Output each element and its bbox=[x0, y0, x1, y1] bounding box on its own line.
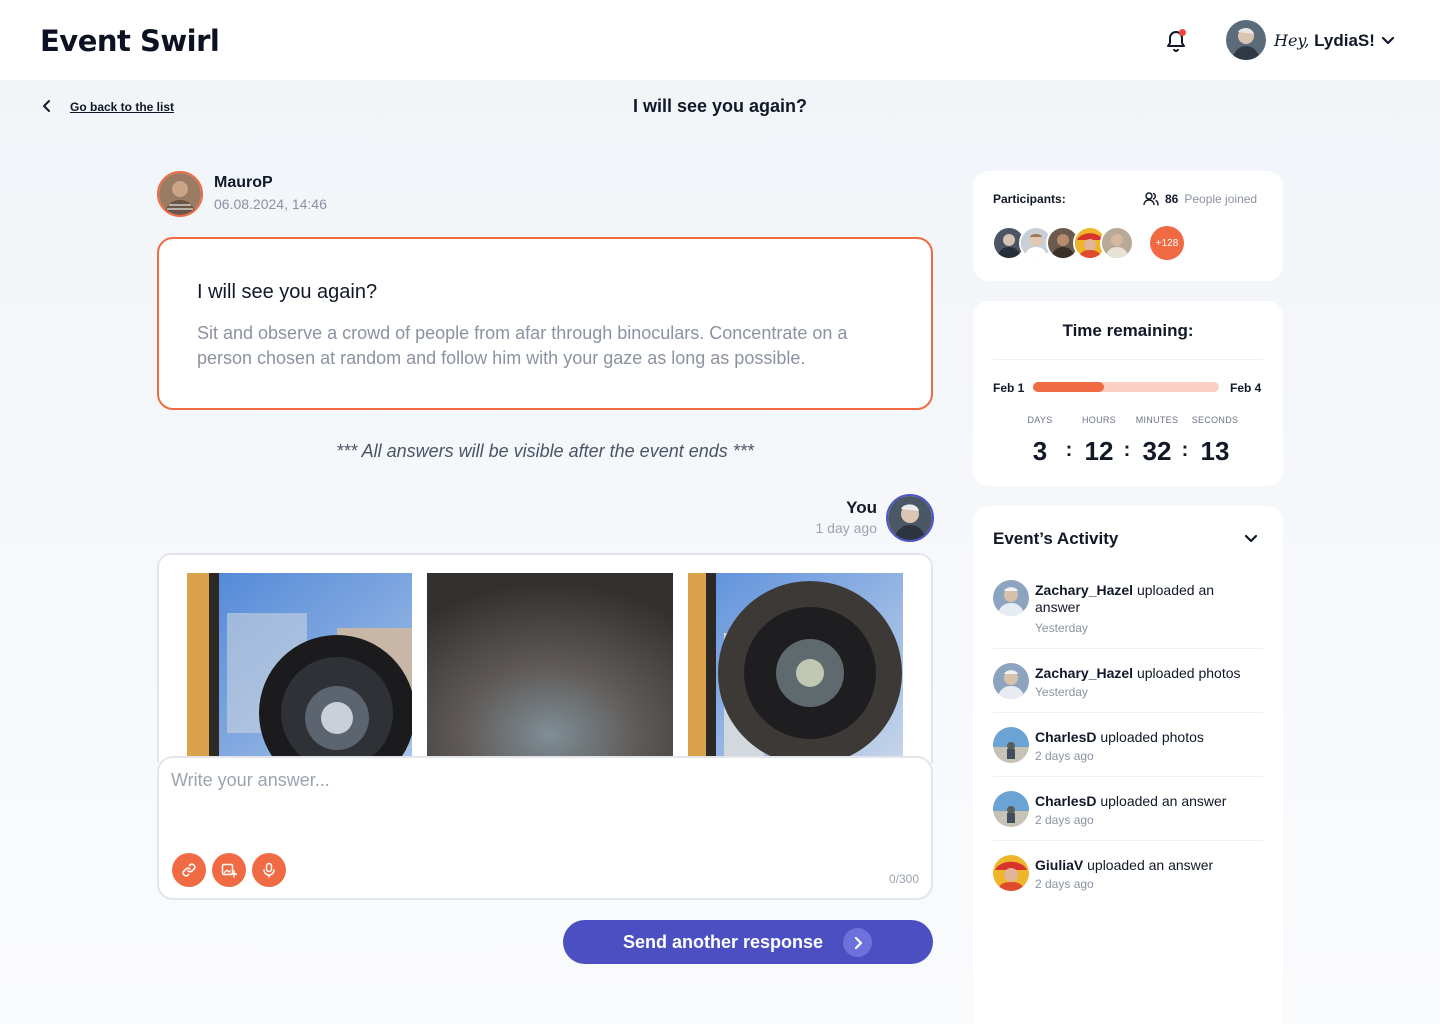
activity-user[interactable]: CharlesD bbox=[1035, 793, 1096, 809]
divider bbox=[993, 359, 1263, 360]
activity-avatar bbox=[993, 855, 1029, 891]
top-header: Event Swirl Hey, LydiaS! bbox=[0, 0, 1440, 80]
logo[interactable]: Event Swirl bbox=[40, 24, 220, 58]
divider bbox=[993, 648, 1263, 649]
chevron-down-icon[interactable] bbox=[1380, 33, 1396, 49]
timer-progress-track bbox=[1033, 382, 1219, 392]
minutes-label: MINUTES bbox=[1135, 415, 1179, 425]
activity-action: uploaded an answer bbox=[1087, 857, 1214, 873]
author-name[interactable]: MauroP bbox=[214, 174, 273, 192]
activity-avatar bbox=[993, 791, 1029, 827]
time-remaining-title: Time remaining: bbox=[1062, 321, 1194, 340]
divider bbox=[993, 776, 1263, 777]
participant-avatar[interactable] bbox=[1100, 226, 1134, 260]
user-avatar[interactable] bbox=[1226, 20, 1266, 60]
seconds-value: 13 bbox=[1200, 436, 1230, 466]
activity-text: Zachary_Hazel uploaded photos bbox=[1035, 665, 1263, 682]
notification-dot bbox=[1179, 29, 1186, 36]
divider bbox=[993, 840, 1263, 841]
back-to-list-link[interactable]: Go back to the list bbox=[70, 100, 174, 114]
activity-user[interactable]: CharlesD bbox=[1035, 729, 1096, 745]
people-joined: 86 People joined bbox=[1143, 192, 1257, 206]
activity-user[interactable]: Zachary_Hazel bbox=[1035, 665, 1133, 681]
response-time: 1 day ago bbox=[815, 520, 878, 536]
challenge-card: I will see you again? Sit and observe a … bbox=[157, 237, 933, 410]
activity-time: 2 days ago bbox=[1035, 749, 1094, 763]
answer-input[interactable] bbox=[171, 770, 911, 840]
activity-action: uploaded an answer bbox=[1100, 793, 1227, 809]
chevron-right-icon bbox=[843, 928, 872, 957]
activity-time: 2 days ago bbox=[1035, 813, 1094, 827]
page-title: I will see you again? bbox=[632, 96, 808, 116]
people-joined-label: People joined bbox=[1184, 192, 1258, 206]
uploaded-photo[interactable] bbox=[688, 573, 903, 763]
uploaded-photo[interactable] bbox=[427, 573, 673, 763]
more-participants-badge[interactable]: +128 bbox=[1150, 226, 1184, 260]
microphone-icon bbox=[263, 862, 275, 878]
participants-count: 86 bbox=[1165, 192, 1179, 206]
time-remaining-card: Time remaining: Feb 1 Feb 4 DAYS HOURS M… bbox=[973, 301, 1283, 486]
activity-action: uploaded photos bbox=[1136, 665, 1241, 681]
timer-progress-fill bbox=[1033, 382, 1104, 392]
greeting: Hey, LydiaS! bbox=[1274, 31, 1375, 51]
username: LydiaS! bbox=[1314, 31, 1375, 50]
response-author: You bbox=[846, 498, 877, 517]
minutes-value: 32 bbox=[1142, 436, 1172, 466]
hours-label: HOURS bbox=[1081, 415, 1116, 425]
participants-card: Participants: 86 People joined +128 bbox=[973, 171, 1283, 281]
activity-text: CharlesD uploaded photos bbox=[1035, 729, 1263, 746]
challenge-title: I will see you again? bbox=[197, 281, 378, 303]
timer-start-date: Feb 1 bbox=[993, 381, 1025, 395]
timer-end-date: Feb 4 bbox=[1230, 381, 1262, 395]
send-response-button[interactable]: Send another response bbox=[563, 920, 933, 964]
activity-action: uploaded photos bbox=[1100, 729, 1204, 745]
seconds-label: SECONDS bbox=[1191, 415, 1239, 425]
activity-time: Yesterday bbox=[1035, 685, 1088, 699]
post-date: 06.08.2024, 14:46 bbox=[214, 196, 327, 212]
uploaded-photo[interactable] bbox=[187, 573, 412, 763]
participants-label: Participants: bbox=[993, 192, 1066, 206]
event-activity-title: Event’s Activity bbox=[993, 529, 1119, 548]
activity-avatar bbox=[993, 663, 1029, 699]
challenge-description: Sit and observe a crowd of people from a… bbox=[197, 323, 848, 368]
add-image-button[interactable] bbox=[212, 853, 246, 887]
divider bbox=[993, 712, 1263, 713]
event-activity-card: Event’s Activity Zachary_Hazel uploaded … bbox=[973, 506, 1283, 1024]
uploaded-photos bbox=[157, 553, 933, 763]
greeting-prefix: Hey, bbox=[1274, 31, 1310, 50]
activity-user[interactable]: GiuliaV bbox=[1035, 857, 1083, 873]
users-icon bbox=[1143, 192, 1159, 206]
days-value: 3 bbox=[1032, 436, 1048, 466]
activity-text: GiuliaV uploaded an answer bbox=[1035, 857, 1263, 874]
hours-value: 12 bbox=[1084, 436, 1114, 466]
activity-text: CharlesD uploaded an answer bbox=[1035, 793, 1263, 810]
chevron-down-icon[interactable] bbox=[1243, 531, 1259, 547]
author-avatar[interactable] bbox=[157, 171, 203, 217]
chevron-left-icon[interactable] bbox=[40, 99, 54, 113]
activity-avatar bbox=[993, 727, 1029, 763]
activity-time: Yesterday bbox=[1035, 621, 1088, 635]
days-label: DAYS bbox=[1027, 415, 1053, 425]
activity-avatar bbox=[993, 580, 1029, 616]
activity-time: 2 days ago bbox=[1035, 877, 1094, 891]
answer-composer: 0/300 bbox=[157, 756, 933, 900]
attach-link-button[interactable] bbox=[172, 853, 206, 887]
link-icon bbox=[182, 863, 196, 877]
record-audio-button[interactable] bbox=[252, 853, 286, 887]
send-response-label: Send another response bbox=[623, 932, 824, 952]
character-counter: 0/300 bbox=[888, 872, 919, 886]
response-avatar[interactable] bbox=[886, 494, 934, 542]
activity-user[interactable]: Zachary_Hazel bbox=[1035, 582, 1133, 598]
activity-text: Zachary_Hazel uploaded an answer bbox=[1035, 582, 1263, 616]
image-add-icon bbox=[221, 863, 237, 878]
answers-visibility-notice: *** All answers will be visible after th… bbox=[336, 441, 754, 461]
